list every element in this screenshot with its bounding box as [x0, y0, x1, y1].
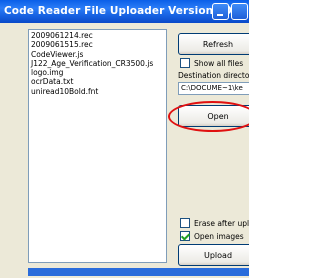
erase-after-upload-option[interactable]: Erase after uplo — [180, 218, 249, 228]
show-all-files-label: Show all files — [194, 58, 244, 68]
list-item[interactable]: J122_Age_Verification_CR3500.js — [31, 59, 164, 68]
open-images-checkbox[interactable] — [180, 231, 190, 241]
file-list[interactable]: 2009061214.rec 2009061515.rec CodeViewer… — [28, 29, 167, 263]
erase-after-upload-checkbox[interactable] — [180, 218, 190, 228]
list-item[interactable]: ocrData.txt — [31, 77, 164, 86]
open-images-option[interactable]: Open images — [180, 231, 244, 241]
maximize-button[interactable] — [231, 3, 248, 20]
show-all-files-option[interactable]: Show all files — [180, 58, 243, 68]
show-all-files-checkbox[interactable] — [180, 58, 190, 68]
highlight-ellipse — [168, 101, 249, 132]
list-item[interactable]: 2009061515.rec — [31, 40, 164, 49]
progress-bar — [28, 268, 249, 276]
upload-button[interactable]: Upload — [178, 244, 249, 266]
window-title: Code Reader File Uploader Version 0006 — [4, 5, 247, 17]
open-images-label: Open images — [194, 231, 244, 241]
minimize-button[interactable] — [212, 3, 229, 20]
list-item[interactable]: 2009061214.rec — [31, 31, 164, 40]
refresh-button[interactable]: Refresh — [178, 33, 249, 55]
destination-label: Destination director — [178, 71, 249, 80]
uploader-window: Code Reader File Uploader Version 0006 2… — [0, 0, 249, 278]
erase-after-upload-label: Erase after uplo — [194, 218, 249, 228]
destination-field[interactable]: C:\DOCUME~1\ke — [178, 82, 249, 95]
list-item[interactable]: uniread10Bold.fnt — [31, 87, 164, 96]
list-item[interactable]: CodeViewer.js — [31, 50, 164, 59]
title-bar[interactable]: Code Reader File Uploader Version 0006 — [0, 0, 249, 23]
list-item[interactable]: logo.img — [31, 68, 164, 77]
